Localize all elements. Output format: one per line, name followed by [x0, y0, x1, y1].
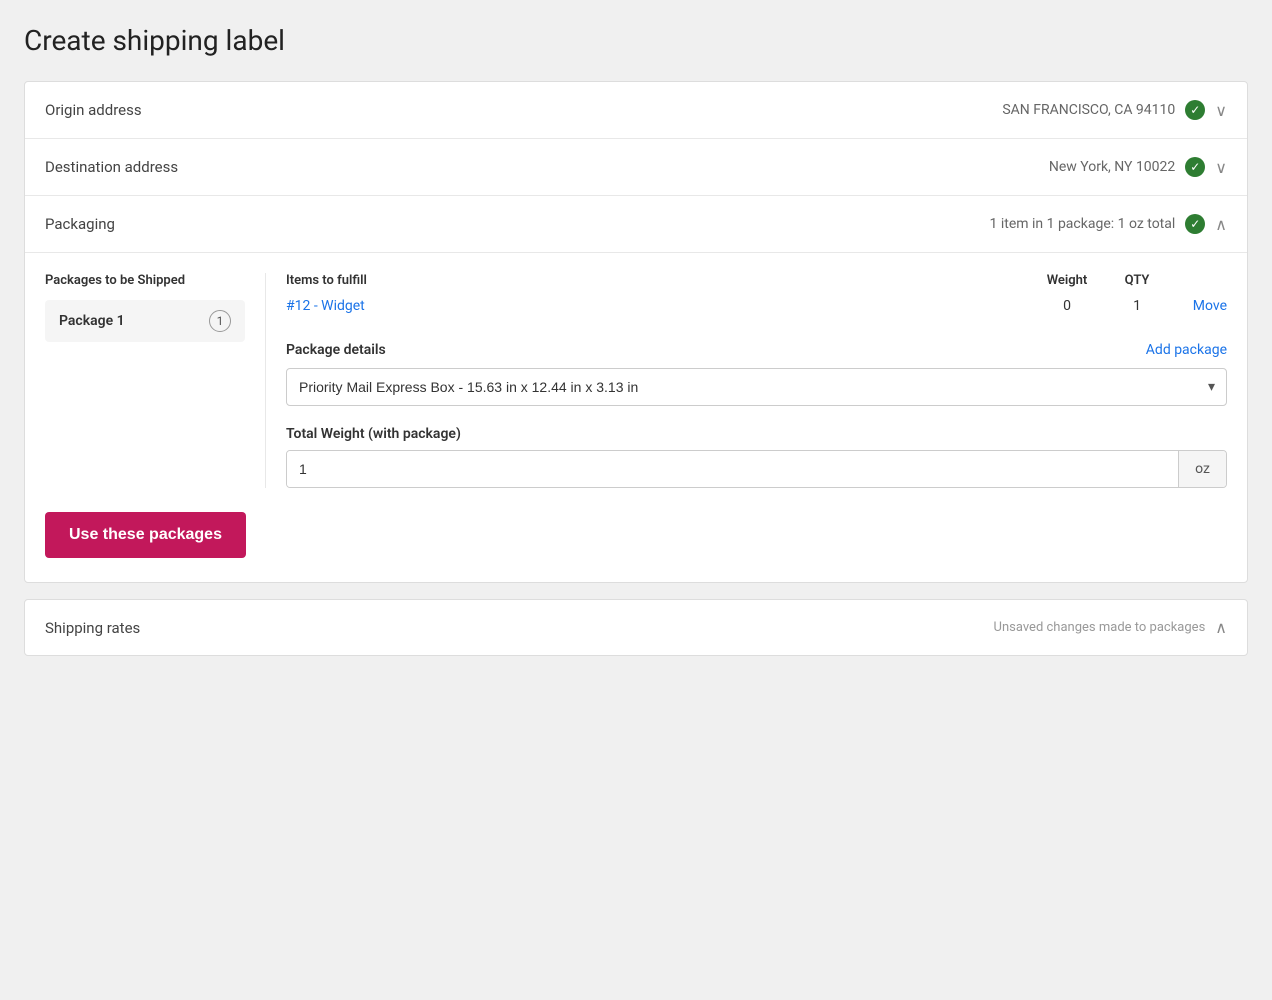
package-select-wrapper: Priority Mail Express Box - 15.63 in x 1… [286, 368, 1227, 406]
total-weight-section: Total Weight (with package) oz [286, 426, 1227, 488]
packaging-header-right: 1 item in 1 package: 1 oz total ✓ ∧ [990, 214, 1228, 234]
qty-col-header: QTY [1107, 273, 1167, 288]
destination-verified-icon: ✓ [1185, 157, 1205, 177]
package-details-label: Package details [286, 342, 386, 358]
package-details-header: Package details Add package [286, 342, 1227, 358]
origin-address-row[interactable]: Origin address SAN FRANCISCO, CA 94110 ✓… [25, 82, 1247, 139]
item-qty: 1 [1107, 298, 1167, 314]
total-weight-label: Total Weight (with package) [286, 426, 1227, 442]
destination-address-right: New York, NY 10022 ✓ ∨ [1049, 157, 1227, 177]
weight-unit: oz [1178, 451, 1226, 487]
origin-address-value: SAN FRANCISCO, CA 94110 [1002, 102, 1175, 118]
shipping-rates-header-row[interactable]: Shipping rates Unsaved changes made to p… [25, 600, 1247, 655]
packaging-verified-icon: ✓ [1185, 214, 1205, 234]
packaging-header-row[interactable]: Packaging 1 item in 1 package: 1 oz tota… [25, 196, 1247, 253]
destination-address-row[interactable]: Destination address New York, NY 10022 ✓… [25, 139, 1247, 196]
shipping-rates-card: Shipping rates Unsaved changes made to p… [24, 599, 1248, 656]
weight-input-row: oz [286, 450, 1227, 488]
packaging-columns: Packages to be Shipped Package 1 1 Items… [45, 273, 1227, 488]
item-link[interactable]: #12 - Widget [286, 298, 1027, 314]
item-move-button[interactable]: Move [1167, 298, 1227, 314]
destination-address-value: New York, NY 10022 [1049, 159, 1175, 175]
packaging-body: Packages to be Shipped Package 1 1 Items… [25, 273, 1247, 582]
items-details: Items to fulfill Weight QTY #12 - Widget… [265, 273, 1227, 488]
page-title: Create shipping label [24, 24, 1248, 57]
items-col-header: Items to fulfill [286, 273, 1027, 288]
package-select[interactable]: Priority Mail Express Box - 15.63 in x 1… [286, 368, 1227, 406]
origin-verified-icon: ✓ [1185, 100, 1205, 120]
destination-address-label: Destination address [45, 158, 178, 176]
packages-list: Packages to be Shipped Package 1 1 [45, 273, 265, 488]
package-details-section: Package details Add package Priority Mai… [286, 342, 1227, 406]
weight-col-header: Weight [1027, 273, 1107, 288]
items-table-header: Items to fulfill Weight QTY [286, 273, 1227, 288]
use-packages-button[interactable]: Use these packages [45, 512, 246, 558]
packaging-summary: 1 item in 1 package: 1 oz total [990, 216, 1176, 232]
shipping-rates-right: Unsaved changes made to packages ∧ [994, 618, 1227, 637]
shipping-rates-label: Shipping rates [45, 619, 140, 637]
destination-chevron-down-icon: ∨ [1215, 158, 1227, 177]
packaging-chevron-up-icon: ∧ [1215, 215, 1227, 234]
shipping-rates-unsaved-text: Unsaved changes made to packages [994, 620, 1206, 635]
origin-address-label: Origin address [45, 101, 142, 119]
packages-list-header: Packages to be Shipped [45, 273, 245, 288]
package-item-name: Package 1 [59, 313, 125, 329]
origin-chevron-down-icon: ∨ [1215, 101, 1227, 120]
shipping-form-card: Origin address SAN FRANCISCO, CA 94110 ✓… [24, 81, 1248, 583]
package-item[interactable]: Package 1 1 [45, 300, 245, 342]
packaging-label: Packaging [45, 215, 115, 233]
weight-input[interactable] [287, 451, 1178, 487]
item-weight: 0 [1027, 298, 1107, 314]
package-item-count: 1 [209, 310, 231, 332]
origin-address-right: SAN FRANCISCO, CA 94110 ✓ ∨ [1002, 100, 1227, 120]
shipping-rates-chevron-up-icon: ∧ [1215, 618, 1227, 637]
add-package-link[interactable]: Add package [1146, 342, 1227, 358]
items-table-row: #12 - Widget 0 1 Move [286, 298, 1227, 314]
